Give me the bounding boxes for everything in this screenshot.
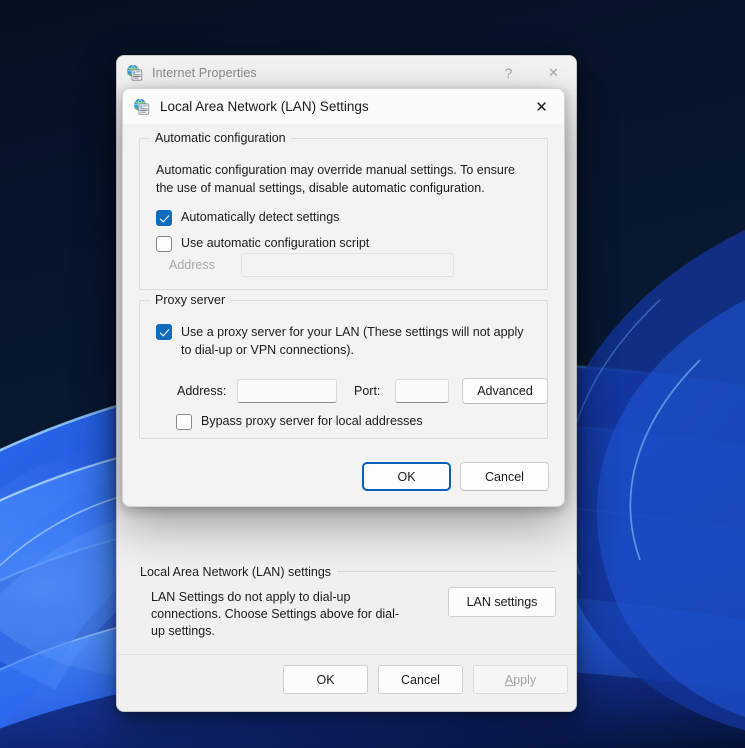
advanced-button[interactable]: Advanced — [462, 378, 548, 404]
internet-properties-icon — [133, 98, 150, 115]
internet-properties-cancel-button[interactable]: Cancel — [378, 665, 463, 694]
lan-settings-group-legend-row: Local Area Network (LAN) settings — [139, 563, 556, 580]
lan-settings-cancel-button[interactable]: Cancel — [460, 462, 549, 491]
proxy-address-input[interactable] — [237, 379, 337, 403]
use-automatic-configuration-script-checkbox-row[interactable]: Use automatic configuration script — [156, 235, 369, 252]
use-proxy-server-checkbox-row[interactable]: Use a proxy server for your LAN (These s… — [156, 323, 536, 359]
proxy-port-label: Port: — [354, 384, 381, 398]
internet-properties-ok-button[interactable]: OK — [283, 665, 368, 694]
bypass-proxy-label: Bypass proxy server for local addresses — [201, 414, 423, 428]
automatic-configuration-legend: Automatic configuration — [150, 131, 291, 145]
lan-settings-footer: OK Cancel — [123, 446, 564, 506]
use-automatic-configuration-script-label: Use automatic configuration script — [181, 236, 370, 250]
automatic-configuration-description: Automatic configuration may override man… — [156, 163, 515, 195]
use-automatic-configuration-script-checkbox[interactable] — [156, 236, 172, 252]
lan-settings-dialog[interactable]: Local Area Network (LAN) Settings ✕ Auto… — [122, 88, 565, 507]
lan-settings-description: LAN Settings do not apply to dial-up con… — [151, 590, 400, 638]
apply-label-rest: pply — [513, 672, 537, 687]
lan-settings-titlebar[interactable]: Local Area Network (LAN) Settings ✕ — [123, 89, 564, 125]
internet-properties-footer: OK Cancel Apply — [117, 654, 576, 711]
proxy-server-group: Proxy server Use a proxy server for your… — [139, 293, 548, 439]
proxy-address-label: Address: — [177, 384, 227, 398]
close-icon[interactable]: ✕ — [519, 89, 564, 124]
use-proxy-server-checkbox[interactable] — [156, 324, 172, 340]
lan-settings-title: Local Area Network (LAN) Settings — [160, 99, 369, 114]
apply-accelerator: A — [504, 672, 514, 687]
lan-settings-button[interactable]: LAN settings — [448, 587, 556, 617]
auto-config-address-label: Address — [169, 258, 215, 272]
internet-properties-icon — [126, 64, 143, 81]
auto-config-address-input[interactable] — [241, 253, 454, 277]
use-proxy-server-label: Use a proxy server for your LAN (These s… — [181, 325, 524, 357]
automatic-configuration-group: Automatic configuration Automatic config… — [139, 131, 548, 290]
internet-properties-titlebar[interactable]: Internet Properties ? ✕ — [117, 56, 576, 89]
auto-detect-settings-checkbox-row[interactable]: Automatically detect settings — [156, 209, 339, 226]
bypass-proxy-checkbox-row[interactable]: Bypass proxy server for local addresses — [176, 413, 423, 430]
bypass-proxy-checkbox[interactable] — [176, 414, 192, 430]
proxy-server-legend: Proxy server — [150, 293, 231, 307]
help-icon[interactable]: ? — [486, 56, 531, 89]
lan-settings-body: Automatic configuration Automatic config… — [123, 124, 564, 506]
lan-settings-group-legend: Local Area Network (LAN) settings — [140, 565, 338, 579]
internet-properties-title: Internet Properties — [152, 65, 257, 80]
internet-properties-apply-button[interactable]: Apply — [473, 665, 568, 694]
lan-settings-ok-button[interactable]: OK — [362, 462, 451, 491]
close-icon[interactable]: ✕ — [531, 56, 576, 89]
lan-settings-group: Local Area Network (LAN) settings LAN Se… — [139, 563, 556, 638]
auto-detect-settings-label: Automatically detect settings — [181, 210, 340, 224]
proxy-port-input[interactable] — [395, 379, 449, 403]
auto-detect-settings-checkbox[interactable] — [156, 210, 172, 226]
